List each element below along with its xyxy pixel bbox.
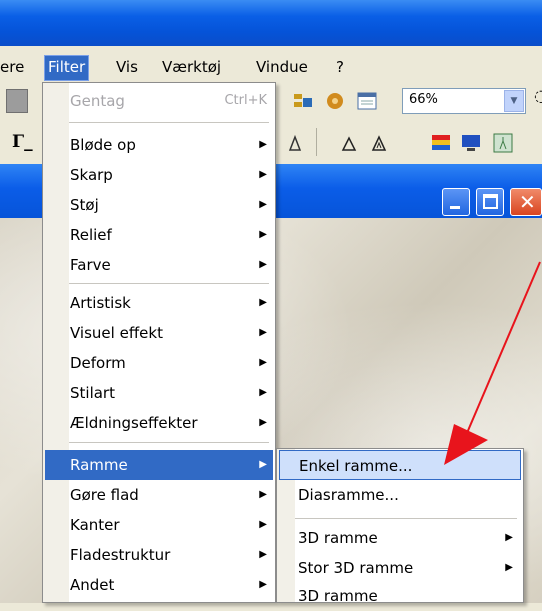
close-button[interactable]: ✕ [510, 188, 542, 216]
menu-item-stoj[interactable]: Støj ▶ [43, 190, 275, 220]
submenu-arrow-icon: ▶ [259, 459, 267, 470]
menu-item-farve[interactable]: Farve ▶ [43, 250, 275, 280]
app-title-bar [0, 0, 542, 46]
menu-item-label: Støj [70, 196, 99, 214]
menu-item-label: Ramme [70, 456, 128, 474]
menu-item-gore-flad[interactable]: Gøre flad ▶ [43, 480, 275, 510]
menu-item-label: Visuel effekt [70, 324, 163, 342]
menu-separator [69, 122, 269, 123]
menu-item-label: Stor 3D ramme [298, 559, 414, 577]
submenu-arrow-icon: ▶ [259, 297, 267, 308]
menu-item-visuel-effekt[interactable]: Visuel effekt ▶ [43, 318, 275, 348]
menu-filter[interactable]: Filter [44, 55, 90, 81]
menu-item-ramme[interactable]: Ramme ▶ [45, 450, 273, 480]
submenu-arrow-icon: ▶ [259, 199, 267, 210]
menu-item-label: Skarp [70, 166, 113, 184]
menu-item-andet[interactable]: Andet ▶ [43, 570, 275, 600]
shortcut-label: Ctrl+K [224, 93, 267, 108]
menu-partial-item[interactable]: ere [0, 56, 24, 80]
gear-icon[interactable] [324, 90, 346, 112]
filter-menu: Gentag Ctrl+K Bløde op ▶ Skarp ▶ Støj ▶ Rel… [42, 82, 276, 603]
tool-glyph[interactable]: Γ_ [12, 132, 33, 152]
submenu-arrow-icon: ▶ [259, 139, 267, 150]
menu-item-fladestruktur[interactable]: Fladestruktur ▶ [43, 540, 275, 570]
menu-item-label: Andet [70, 576, 115, 594]
menu-item-kanter[interactable]: Kanter ▶ [43, 510, 275, 540]
submenu-item-3d-ramme[interactable]: 3D ramme ▶ [277, 523, 523, 553]
figure-icon[interactable] [492, 132, 514, 154]
menu-item-label: 3D ramme [298, 587, 378, 605]
submenu-arrow-icon: ▶ [259, 169, 267, 180]
menu-item-label: Bløde op [70, 136, 136, 154]
triangle-icon[interactable] [338, 132, 360, 154]
menu-vis[interactable]: Vis [116, 56, 138, 80]
menu-item-label: 3D ramme [298, 529, 378, 547]
menu-separator [69, 442, 269, 443]
menu-help[interactable]: ? [336, 56, 344, 80]
menu-bar: ere Filter Vis Værktøj Vindue ? [0, 46, 542, 82]
menu-item-artistisk[interactable]: Artistisk ▶ [43, 288, 275, 318]
triangle-outline-icon[interactable] [368, 132, 390, 154]
menu-item-label: Gøre flad [70, 486, 139, 504]
zoom-value: 66% [409, 92, 438, 107]
submenu-arrow-icon: ▶ [259, 549, 267, 560]
menu-separator [69, 283, 269, 284]
layers-icon[interactable] [292, 90, 314, 112]
menu-item-label: Fladestruktur [70, 546, 171, 564]
chevron-down-icon[interactable]: ▼ [504, 90, 524, 112]
submenu-arrow-icon: ▶ [259, 229, 267, 240]
menu-item-stilart[interactable]: Stilart ▶ [43, 378, 275, 408]
submenu-item-enkel-ramme[interactable]: Enkel ramme... [279, 450, 521, 480]
submenu-item-diasramme[interactable]: Diasramme... [277, 480, 523, 510]
menu-item-label: Ældningseffekter [70, 414, 198, 432]
menu-item-label: Gentag [70, 92, 125, 110]
menu-item-label: Farve [70, 256, 111, 274]
color-palette-icon[interactable] [430, 132, 452, 154]
submenu-arrow-icon: ▶ [259, 387, 267, 398]
menu-item-gentag[interactable]: Gentag Ctrl+K [43, 86, 275, 116]
menu-item-label: Relief [70, 226, 112, 244]
minimize-icon [450, 206, 460, 209]
menu-item-aeldningseffekter[interactable]: Ældningseffekter ▶ [43, 408, 275, 438]
submenu-item-3d-ramme-2[interactable]: 3D ramme [277, 581, 523, 611]
minimize-button[interactable] [442, 188, 470, 216]
zoom-in-icon[interactable]: ◌ [534, 86, 542, 105]
submenu-arrow-icon: ▶ [259, 417, 267, 428]
submenu-arrow-icon: ▶ [259, 357, 267, 368]
toolbar-divider [316, 128, 317, 156]
submenu-arrow-icon: ▶ [259, 489, 267, 500]
zoom-combobox[interactable]: 66% ▼ [402, 88, 526, 114]
submenu-arrow-icon: ▶ [259, 519, 267, 530]
dropper-icon[interactable] [284, 132, 306, 154]
menu-item-label: Diasramme... [298, 486, 399, 504]
toolbar-swatch[interactable] [6, 89, 28, 113]
ramme-submenu: Enkel ramme... Diasramme... 3D ramme ▶ St… [276, 448, 524, 605]
maximize-button[interactable] [476, 188, 504, 216]
monitor-icon[interactable] [460, 132, 482, 154]
menu-separator [295, 518, 517, 519]
menu-vaerktoj[interactable]: Værktøj [162, 56, 221, 80]
menu-item-label: Enkel ramme... [299, 457, 413, 475]
submenu-arrow-icon: ▶ [259, 579, 267, 590]
menu-item-label: Kanter [70, 516, 120, 534]
window-icon[interactable] [356, 90, 378, 112]
submenu-item-stor-3d-ramme[interactable]: Stor 3D ramme ▶ [277, 553, 523, 583]
menu-item-deform[interactable]: Deform ▶ [43, 348, 275, 378]
menu-item-label: Deform [70, 354, 126, 372]
maximize-icon [483, 194, 498, 209]
submenu-arrow-icon: ▶ [505, 532, 513, 543]
close-icon: ✕ [519, 190, 536, 214]
submenu-arrow-icon: ▶ [259, 327, 267, 338]
menu-item-label: Artistisk [70, 294, 131, 312]
submenu-arrow-icon: ▶ [259, 259, 267, 270]
menu-item-blode-op[interactable]: Bløde op ▶ [43, 130, 275, 160]
menu-item-label: Stilart [70, 384, 115, 402]
menu-vindue[interactable]: Vindue [256, 56, 308, 80]
submenu-arrow-icon: ▶ [505, 562, 513, 573]
menu-item-relief[interactable]: Relief ▶ [43, 220, 275, 250]
menu-item-skarp[interactable]: Skarp ▶ [43, 160, 275, 190]
